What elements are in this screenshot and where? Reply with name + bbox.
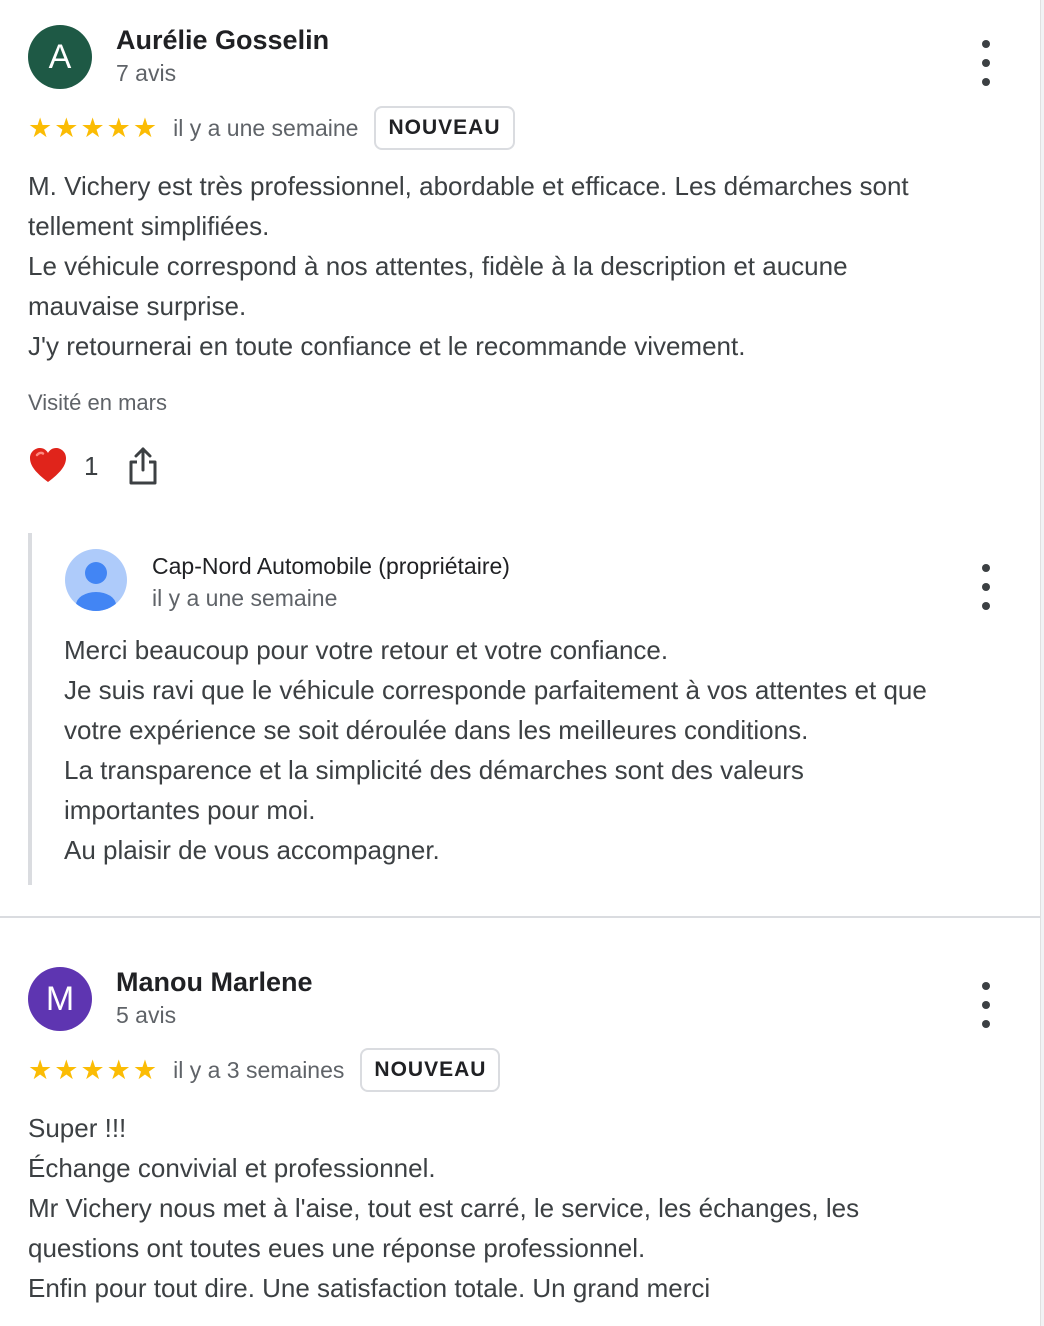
reply-text-line: Je suis ravi que le véhicule corresponde… [64, 675, 927, 705]
reviewer-name[interactable]: Manou Marlene [116, 967, 313, 998]
star-rating: ★ ★ ★ ★ ★ [28, 112, 158, 143]
review-text-line: Enfin pour tout dire. Une satisfaction t… [28, 1273, 711, 1303]
star-icon: ★ [132, 112, 158, 143]
avatar[interactable]: M [28, 967, 92, 1031]
new-badge: NOUVEAU [374, 106, 515, 150]
person-icon [76, 562, 116, 611]
like-count: 1 [84, 450, 99, 481]
reply-text-line: importantes pour moi. [64, 795, 316, 825]
reviewer-name[interactable]: Aurélie Gosselin [116, 25, 329, 56]
star-rating: ★ ★ ★ ★ ★ [28, 1054, 158, 1085]
star-icon: ★ [132, 1054, 158, 1085]
avatar[interactable]: A [28, 25, 92, 89]
review-text-line: M. Vichery est très professionnel, abord… [28, 171, 909, 201]
rating-row: ★ ★ ★ ★ ★ il y a 3 semaines NOUVEAU [28, 1048, 501, 1092]
star-icon: ★ [106, 112, 131, 143]
review-text: M. Vichery est très professionnel, abord… [28, 166, 909, 366]
owner-name[interactable]: Cap-Nord Automobile (propriétaire) [152, 553, 510, 580]
star-icon: ★ [54, 1054, 79, 1085]
star-icon: ★ [80, 1054, 105, 1085]
owner-reply-text: Merci beaucoup pour votre retour et votr… [64, 630, 927, 870]
review-text-line: mauvaise surprise. [28, 291, 247, 321]
review-count[interactable]: 5 avis [116, 1002, 176, 1029]
owner-reply-time: il y a une semaine [152, 585, 338, 611]
review-text-line: Mr Vichery nous met à l'aise, tout est c… [28, 1193, 860, 1223]
reply-text-line: La transparence et la simplicité des dém… [64, 755, 804, 785]
review-text-line: tellement simplifiées. [28, 211, 270, 241]
owner-reply: Cap-Nord Automobile (propriétaire) il y … [28, 533, 1044, 885]
like-button[interactable]: 1 [28, 446, 98, 486]
star-icon: ★ [28, 112, 53, 143]
review-time: il y a 3 semaines [173, 1056, 345, 1083]
more-vert-icon [982, 564, 990, 572]
reply-text-line: votre expérience se soit déroulée dans l… [64, 715, 809, 745]
star-icon: ★ [28, 1054, 53, 1085]
review-count[interactable]: 7 avis [116, 60, 176, 87]
review-text-line: Le véhicule correspond à nos attentes, f… [28, 251, 848, 281]
review-actions: 1 [28, 446, 158, 486]
review-text-line: questions ont toutes eues une réponse pr… [28, 1233, 646, 1263]
star-icon: ★ [80, 112, 105, 143]
star-icon: ★ [106, 1054, 131, 1085]
owner-more-options-button[interactable] [974, 564, 998, 610]
more-options-button[interactable] [974, 40, 998, 86]
more-options-button[interactable] [974, 982, 998, 1028]
review-card: A Aurélie Gosselin 7 avis ★ ★ ★ ★ ★ il y… [0, 0, 1040, 918]
star-icon: ★ [54, 112, 79, 143]
review-text: Super !!! Échange convivial et professio… [28, 1108, 859, 1308]
new-badge: NOUVEAU [360, 1048, 501, 1092]
reply-text-line: Au plaisir de vous accompagner. [64, 835, 440, 865]
share-icon [129, 447, 157, 485]
review-text-line: Échange convivial et professionnel. [28, 1153, 436, 1183]
rating-row: ★ ★ ★ ★ ★ il y a une semaine NOUVEAU [28, 106, 515, 150]
heart-icon [30, 448, 66, 482]
review-time: il y a une semaine [173, 114, 359, 141]
more-vert-icon [982, 40, 990, 48]
review-card: M Manou Marlene 5 avis ★ ★ ★ ★ ★ il y a … [0, 918, 1040, 1326]
more-vert-icon [982, 982, 990, 990]
reply-text-line: Merci beaucoup pour votre retour et votr… [64, 635, 669, 665]
owner-avatar[interactable] [65, 549, 127, 611]
visited-date: Visité en mars [28, 390, 167, 415]
review-text-line: Super !!! [28, 1113, 127, 1143]
review-text-line: J'y retournerai en toute confiance et le… [28, 331, 746, 361]
share-button[interactable] [128, 446, 158, 486]
